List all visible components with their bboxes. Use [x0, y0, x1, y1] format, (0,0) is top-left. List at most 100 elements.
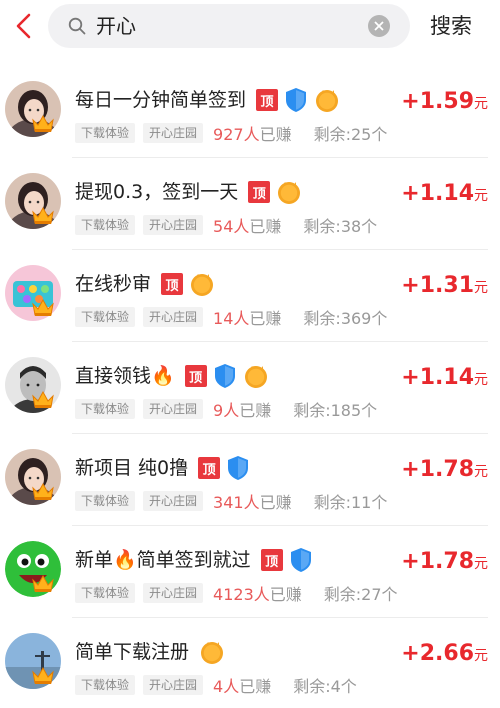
earned-count: 341人已赚	[213, 489, 292, 513]
tag-download: 下载体验	[75, 675, 136, 695]
tag-download: 下载体验	[75, 307, 136, 327]
reward-price: +1.14元	[401, 364, 488, 394]
search-button[interactable]: 搜索	[430, 12, 472, 40]
reward-price: +2.66元	[401, 640, 488, 670]
earned-count: 54人已赚	[213, 213, 281, 237]
earned-suffix: 已赚	[249, 217, 282, 236]
top-badge: 顶	[184, 365, 207, 387]
top-bar: 开心 搜索	[0, 0, 500, 54]
search-query: 开心	[96, 14, 136, 38]
task-meta: 下载体验 开心庄园 4123人已赚 剩余:27个	[75, 582, 398, 604]
reward-price: +1.31元	[401, 272, 488, 302]
price-unit: 元	[474, 648, 488, 664]
task-title-line: 每日一分钟简单签到顶	[75, 86, 346, 114]
reward-price: +1.14元	[401, 180, 488, 210]
task-meta: 下载体验 开心庄园 341人已赚 剩余:11个	[75, 490, 387, 512]
tag-download: 下载体验	[75, 583, 136, 603]
remaining-count: 剩余:4个	[293, 677, 357, 696]
guarantee-shield-icon	[226, 455, 250, 481]
back-button[interactable]	[8, 10, 38, 42]
price-unit: 元	[474, 464, 488, 480]
task-title: 提现0.3，签到一天	[75, 181, 239, 203]
search-input[interactable]: 开心	[48, 4, 410, 48]
remaining-count: 剩余:185个	[293, 401, 378, 420]
task-title-line: 提现0.3，签到一天顶	[75, 178, 308, 206]
earned-count: 9人已赚	[213, 397, 271, 421]
task-item[interactable]: 提现0.3，签到一天顶下载体验 开心庄园 54人已赚 剩余:38个 +1.14元	[0, 158, 500, 250]
task-title-line: 直接领钱🔥 顶	[75, 362, 275, 390]
price-unit: 元	[474, 372, 488, 388]
price-amount: 1.59	[419, 89, 474, 114]
top-badge: 顶	[256, 89, 279, 111]
task-item[interactable]: 简单下载注册 下载体验 开心庄园 4人已赚 剩余:4个 +2.66元	[0, 618, 500, 708]
task-meta: 下载体验 开心庄园 54人已赚 剩余:38个	[75, 214, 377, 236]
price-unit: 元	[474, 556, 488, 572]
task-title: 新项目 纯0撸	[75, 457, 189, 479]
fast-review-icon	[276, 179, 302, 205]
tag-download: 下载体验	[75, 215, 136, 235]
guarantee-shield-icon	[284, 87, 308, 113]
task-item[interactable]: 新项目 纯0撸顶下载体验 开心庄园 341人已赚 剩余:11个 +1.78元	[0, 434, 500, 526]
crown-icon	[30, 572, 56, 594]
task-title-line: 在线秒审顶	[75, 270, 221, 298]
price-amount: 1.31	[419, 273, 474, 298]
task-item[interactable]: 直接领钱🔥 顶下载体验 开心庄园 9人已赚 剩余:185个 +1.14元	[0, 342, 500, 434]
earned-suffix: 已赚	[239, 401, 272, 420]
task-item[interactable]: 每日一分钟简单签到顶下载体验 开心庄园 927人已赚 剩余:25个 +1.59元	[0, 66, 500, 158]
tag-category: 开心庄园	[143, 675, 204, 695]
price-unit: 元	[474, 96, 488, 112]
chevron-left-icon	[16, 13, 31, 39]
price-prefix: +	[401, 365, 420, 390]
clear-search-button[interactable]	[368, 15, 390, 37]
earned-count: 4123人已赚	[213, 581, 302, 605]
price-prefix: +	[401, 641, 420, 666]
top-badge: 顶	[198, 457, 221, 479]
crown-icon	[30, 480, 56, 502]
tag-download: 下载体验	[75, 399, 136, 419]
task-meta: 下载体验 开心庄园 14人已赚 剩余:369个	[75, 306, 387, 328]
remaining-count: 剩余:11个	[313, 493, 388, 512]
reward-price: +1.59元	[401, 88, 488, 118]
earned-suffix: 已赚	[269, 585, 302, 604]
earned-number: 4人	[213, 677, 240, 696]
task-item[interactable]: 新单🔥简单签到就过顶下载体验 开心庄园 4123人已赚 剩余:27个 +1.78元	[0, 526, 500, 618]
task-title-line: 新项目 纯0撸顶	[75, 454, 256, 482]
earned-count: 14人已赚	[213, 305, 281, 329]
task-meta: 下载体验 开心庄园 927人已赚 剩余:25个	[75, 122, 387, 144]
top-badge: 顶	[161, 273, 184, 295]
earned-count: 4人已赚	[213, 673, 271, 697]
crown-icon	[30, 664, 56, 686]
earned-suffix: 已赚	[259, 493, 292, 512]
price-amount: 1.78	[419, 549, 474, 574]
search-icon	[68, 17, 86, 35]
task-title-line: 新单🔥简单签到就过顶	[75, 546, 319, 574]
tag-category: 开心庄园	[143, 399, 204, 419]
task-title: 简单下载注册	[75, 641, 190, 663]
price-prefix: +	[401, 457, 420, 482]
earned-number: 4123人	[213, 585, 270, 604]
top-badge: 顶	[248, 181, 271, 203]
earned-number: 9人	[213, 401, 240, 420]
crown-icon	[30, 112, 56, 134]
task-meta: 下载体验 开心庄园 4人已赚 剩余:4个	[75, 674, 357, 696]
crown-icon	[30, 204, 56, 226]
price-prefix: +	[401, 549, 420, 574]
task-title: 直接领钱🔥	[75, 365, 175, 387]
earned-suffix: 已赚	[259, 125, 292, 144]
task-item[interactable]: 在线秒审顶下载体验 开心庄园 14人已赚 剩余:369个 +1.31元	[0, 250, 500, 342]
task-title: 每日一分钟简单签到	[75, 89, 247, 111]
price-prefix: +	[401, 89, 420, 114]
earned-count: 927人已赚	[213, 121, 292, 145]
remaining-count: 剩余:25个	[313, 125, 388, 144]
earned-number: 14人	[213, 309, 250, 328]
remaining-count: 剩余:27个	[323, 585, 398, 604]
tag-download: 下载体验	[75, 491, 136, 511]
crown-icon	[30, 296, 56, 318]
guarantee-shield-icon	[213, 363, 237, 389]
remaining-count: 剩余:38个	[303, 217, 378, 236]
price-prefix: +	[401, 181, 420, 206]
price-prefix: +	[401, 273, 420, 298]
fast-review-icon	[243, 363, 269, 389]
task-title: 在线秒审	[75, 273, 152, 295]
reward-price: +1.78元	[401, 548, 488, 578]
